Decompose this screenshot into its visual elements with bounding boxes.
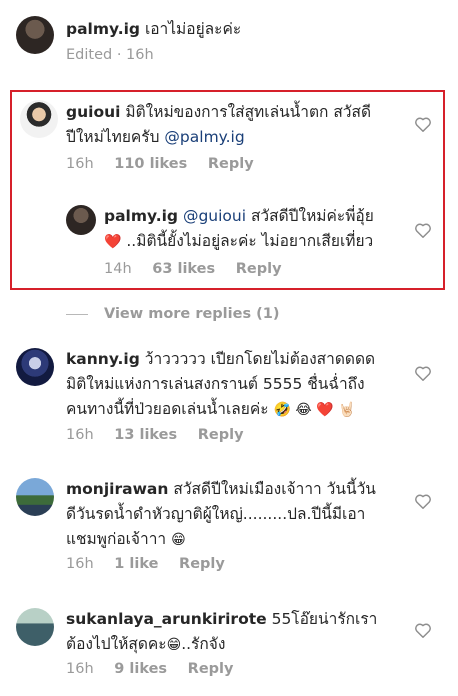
comment-text: ดีวันรดน้ำดำหัวญาติผู้ใหญ่.........ปล.ปี… bbox=[66, 505, 366, 523]
comment-username[interactable]: palmy.ig bbox=[66, 20, 140, 38]
comment-text: แชมพูก่อเจ้าาา bbox=[66, 530, 167, 548]
comment-time: 16h bbox=[66, 156, 94, 172]
emoji: 🤣 😂 ❤️ 🤘🏻 bbox=[273, 402, 356, 418]
comment-username[interactable]: palmy.ig bbox=[104, 207, 178, 225]
view-more-replies-link[interactable]: View more replies (1) bbox=[104, 306, 279, 322]
heart-icon[interactable] bbox=[414, 116, 432, 132]
comment-text: คนทางนี้ที่ป่วยอดเล่นน้ำเลยค่ะ bbox=[66, 400, 269, 418]
mention-link[interactable]: @guioui bbox=[183, 207, 246, 225]
heart-icon[interactable] bbox=[414, 622, 432, 638]
heart-emoji: ❤️ bbox=[104, 234, 122, 250]
comment-time: 16h bbox=[66, 661, 94, 677]
comment-username[interactable]: sukanlaya_arunkirirote bbox=[66, 610, 267, 628]
comment-text: ปีใหม่ไทยครับ bbox=[66, 128, 160, 146]
avatar[interactable] bbox=[16, 348, 54, 386]
comment-text: มิติใหม่แห่งการเล่นสงกรานต์ 5555 ชื่นฉ่ำ… bbox=[66, 375, 365, 393]
likes-count[interactable]: 63 likes bbox=[152, 261, 215, 277]
likes-count[interactable]: 13 likes bbox=[114, 427, 177, 443]
avatar[interactable] bbox=[66, 205, 96, 235]
comment-text: เอาไม่อยู่ละค่ะ bbox=[144, 20, 242, 38]
heart-icon[interactable] bbox=[414, 493, 432, 509]
comment-username[interactable]: kanny.ig bbox=[66, 350, 140, 368]
comment-text: ..รักจัง bbox=[181, 635, 226, 653]
avatar[interactable] bbox=[16, 478, 54, 516]
divider bbox=[66, 314, 88, 315]
likes-count[interactable]: 1 like bbox=[114, 556, 158, 572]
reply-button[interactable]: Reply bbox=[188, 661, 234, 677]
comment-text: มิติใหม่ของการใส่สูทเล่นน้ำตก สวัสดี bbox=[125, 103, 372, 121]
comment-text: สวัสดีปีใหม่เมืองเจ้าาา วันนี้วัน bbox=[173, 480, 376, 498]
likes-count[interactable]: 9 likes bbox=[114, 661, 167, 677]
avatar[interactable] bbox=[20, 100, 58, 138]
mention-link[interactable]: @palmy.ig bbox=[164, 128, 244, 146]
heart-icon[interactable] bbox=[414, 365, 432, 381]
comment-meta: Edited · 16h bbox=[66, 47, 154, 63]
comment-text: ว้าววววว เปียกโดยไม่ต้องสาดดดด bbox=[144, 350, 376, 368]
comment-text: ต้องไปให้สุดคะ bbox=[66, 635, 167, 653]
reply-button[interactable]: Reply bbox=[208, 156, 254, 172]
avatar[interactable] bbox=[16, 16, 54, 54]
comment-time: 14h bbox=[104, 261, 132, 277]
likes-count[interactable]: 110 likes bbox=[114, 156, 187, 172]
avatar[interactable] bbox=[16, 608, 54, 646]
heart-icon[interactable] bbox=[414, 222, 432, 238]
comment-time: 16h bbox=[66, 556, 94, 572]
comment-text: 55โอ๊ยน่ารักเรา bbox=[271, 610, 378, 628]
reply-button[interactable]: Reply bbox=[179, 556, 225, 572]
comment-username[interactable]: monjirawan bbox=[66, 480, 168, 498]
comment-time: 16h bbox=[66, 427, 94, 443]
comment-text: สวัสดีปีใหม่ค่ะพี่อุ้ย bbox=[250, 207, 374, 225]
comment-text: ..มิตินี้ยั้งไม่อยู่ละค่ะ ไม่อยากเสียเที… bbox=[126, 232, 374, 250]
emoji: 😁 bbox=[171, 532, 186, 548]
reply-button[interactable]: Reply bbox=[198, 427, 244, 443]
comment-username[interactable]: guioui bbox=[66, 103, 120, 121]
reply-button[interactable]: Reply bbox=[236, 261, 282, 277]
emoji: 😁 bbox=[166, 637, 182, 653]
